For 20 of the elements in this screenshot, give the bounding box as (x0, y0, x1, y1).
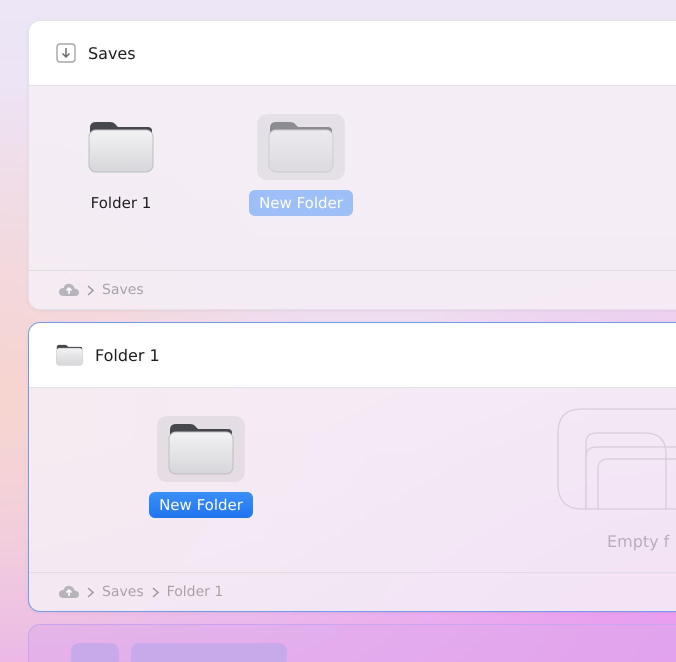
folder-name[interactable]: New Folder (249, 190, 353, 216)
folder-name[interactable]: New Folder (149, 492, 253, 518)
folder-item[interactable] (157, 416, 245, 482)
chevron-icon (87, 284, 94, 296)
window-title: Folder 1 (95, 346, 160, 364)
folder-icon (268, 120, 334, 174)
cloud-upload-icon (59, 585, 79, 599)
breadcrumb-item[interactable]: Saves (102, 282, 144, 298)
cloud-upload-icon (59, 283, 79, 297)
folder-icon (56, 344, 83, 366)
window-title: Saves (88, 44, 136, 62)
breadcrumb-item[interactable]: Folder 1 (166, 584, 224, 600)
folder-name[interactable]: Folder 1 (80, 190, 162, 216)
chevron-icon (87, 586, 94, 598)
download-icon (56, 43, 76, 63)
breadcrumb-item[interactable]: Saves (102, 584, 144, 600)
folder-icon (88, 120, 154, 174)
chevron-icon (152, 586, 159, 598)
folder-icon (168, 422, 234, 476)
empty-folder-label: Empty f (606, 532, 670, 551)
